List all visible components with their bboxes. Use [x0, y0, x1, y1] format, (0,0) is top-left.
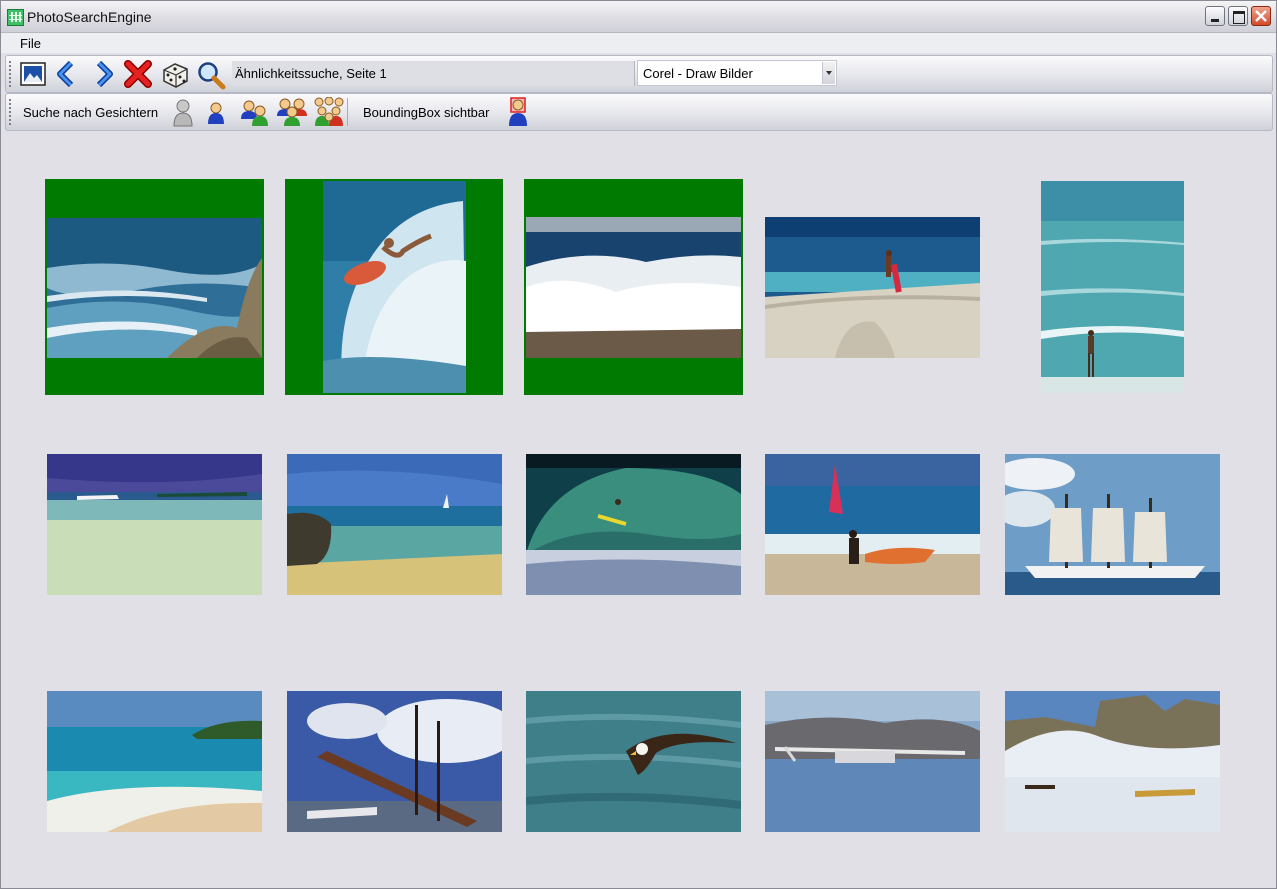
- search-status-field: Ähnlichkeitssuche, Seite 1: [232, 61, 635, 86]
- maximize-button[interactable]: [1228, 6, 1248, 26]
- toolbar-grip[interactable]: [9, 61, 11, 87]
- face-search-label: Suche nach Gesichtern: [23, 105, 159, 120]
- gallery-image-6[interactable]: [47, 454, 262, 595]
- close-button[interactable]: [1251, 6, 1271, 26]
- gallery-image-11[interactable]: [47, 691, 262, 832]
- app-window: PhotoSearchEngine File Ähnlichkeitssuche…: [0, 0, 1277, 889]
- gallery-image-1[interactable]: [47, 218, 262, 358]
- toolbar-grip[interactable]: [9, 99, 11, 125]
- gallery-image-8[interactable]: [526, 454, 741, 595]
- toolbar-separator: [347, 98, 348, 126]
- gallery-image-7[interactable]: [287, 454, 502, 595]
- gallery-image-5[interactable]: [1041, 181, 1184, 393]
- gallery-image-15[interactable]: [1005, 691, 1220, 832]
- face-any-icon[interactable]: [171, 98, 195, 128]
- gallery-image-9[interactable]: [765, 454, 980, 595]
- collection-select-value: Corel - Draw Bilder: [643, 66, 753, 81]
- gallery-image-3[interactable]: [526, 217, 741, 358]
- close-icon: [1255, 10, 1267, 22]
- title-bar[interactable]: PhotoSearchEngine: [1, 1, 1276, 33]
- main-toolbar: Ähnlichkeitssuche, Seite 1 Corel - Draw …: [5, 55, 1273, 93]
- collection-select[interactable]: Corel - Draw Bilder: [637, 60, 837, 86]
- magnifier-icon[interactable]: [196, 60, 226, 90]
- chevron-down-icon[interactable]: [822, 62, 835, 84]
- faces-three-icon[interactable]: [276, 98, 308, 126]
- arrow-left-icon[interactable]: [53, 60, 81, 88]
- minimize-button[interactable]: [1205, 6, 1225, 26]
- picture-icon[interactable]: [19, 60, 47, 88]
- gallery-image-4[interactable]: [765, 217, 980, 358]
- menu-bar: File: [1, 33, 1276, 53]
- search-status-text: Ähnlichkeitssuche, Seite 1: [235, 66, 387, 81]
- bbox-visible-label: BoundingBox sichtbar: [363, 105, 490, 120]
- gallery-image-12[interactable]: [287, 691, 502, 832]
- face-toolbar: Suche nach Gesichtern BoundingBox sichtb…: [5, 93, 1273, 131]
- window-title: PhotoSearchEngine: [27, 9, 152, 25]
- red-x-icon[interactable]: [124, 60, 152, 88]
- faces-group-icon[interactable]: [312, 97, 346, 127]
- gallery-image-2[interactable]: [323, 181, 466, 393]
- gallery-image-13[interactable]: [526, 691, 741, 832]
- arrow-right-icon[interactable]: [89, 60, 117, 88]
- gallery-image-10[interactable]: [1005, 454, 1220, 595]
- faces-two-icon[interactable]: [240, 100, 270, 126]
- bbox-toggle-icon[interactable]: [506, 97, 530, 127]
- app-icon: [7, 9, 24, 26]
- face-single-icon[interactable]: [206, 102, 226, 126]
- gallery-image-14[interactable]: [765, 691, 980, 832]
- dice-icon[interactable]: [161, 60, 189, 88]
- menu-file[interactable]: File: [20, 36, 41, 51]
